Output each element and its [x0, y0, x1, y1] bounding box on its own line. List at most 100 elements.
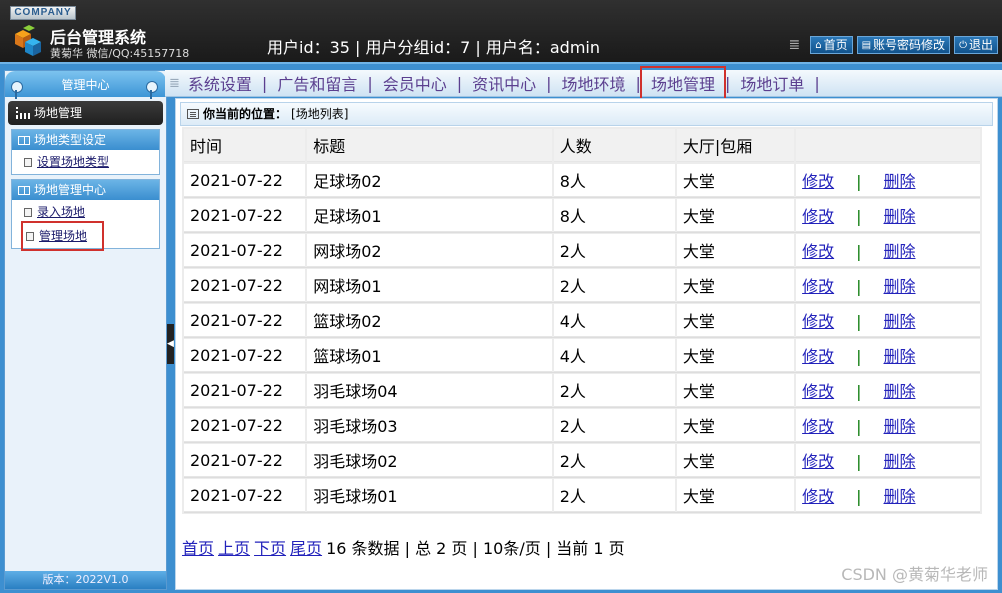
- pin-icon: [11, 81, 23, 99]
- cell-count: 2人: [553, 479, 675, 512]
- sidebar-group-header[interactable]: 场地管理中心: [12, 180, 159, 200]
- sidebar-link-manage-venue[interactable]: 管理场地: [39, 224, 87, 248]
- nav-separator: |: [635, 73, 641, 93]
- pager-summary: 16 条数据 | 总 2 页 | 10条/页 | 当前 1 页: [326, 539, 625, 558]
- nav-item-venue-orders[interactable]: 场地订单: [734, 71, 810, 95]
- table-row: 2021-07-22 羽毛球场04 2人 大堂 修改 | 删除: [184, 374, 980, 407]
- table-row: 2021-07-22 网球场02 2人 大堂 修改 | 删除: [184, 234, 980, 267]
- cell-actions: 修改 | 删除: [796, 304, 980, 337]
- cell-time: 2021-07-22: [184, 444, 306, 477]
- edit-link[interactable]: 修改: [802, 312, 834, 331]
- table-row: 2021-07-22 足球场02 8人 大堂 修改 | 删除: [184, 164, 980, 197]
- cell-actions: 修改 | 删除: [796, 269, 980, 302]
- cell-count: 2人: [553, 444, 675, 477]
- highlight-box: 管理场地: [20, 221, 105, 251]
- cell-count: 2人: [553, 374, 675, 407]
- cell-title: 网球场02: [307, 234, 552, 267]
- cell-title: 篮球场02: [307, 304, 552, 337]
- cell-time: 2021-07-22: [184, 479, 306, 512]
- sidebar-group-header[interactable]: 场地类型设定: [12, 130, 159, 150]
- cell-hall: 大堂: [676, 304, 795, 337]
- edit-link[interactable]: 修改: [802, 452, 834, 471]
- sidebar-heading-label: 管理中心: [61, 78, 110, 92]
- sidebar-item-add-venue[interactable]: 录入场地: [12, 200, 159, 224]
- pager-last-link[interactable]: 尾页: [290, 535, 322, 559]
- home-button[interactable]: ⌂ 首页: [810, 36, 853, 54]
- nav-item-members[interactable]: 会员中心: [377, 71, 453, 95]
- edit-link[interactable]: 修改: [802, 207, 834, 226]
- form-icon: ▤: [861, 39, 872, 51]
- delete-link[interactable]: 删除: [884, 417, 916, 436]
- cell-hall: 大堂: [676, 164, 795, 197]
- action-separator: |: [856, 277, 862, 296]
- table-row: 2021-07-22 足球场01 8人 大堂 修改 | 删除: [184, 199, 980, 232]
- version-label: 版本：2022V1.0: [5, 571, 166, 589]
- nav-item-venue-environment[interactable]: 场地环境: [556, 71, 632, 95]
- column-header-title: 标题: [307, 129, 552, 162]
- edit-link[interactable]: 修改: [802, 417, 834, 436]
- logout-button[interactable]: ⏻ 退出: [954, 36, 998, 54]
- column-header-count: 人数: [553, 129, 675, 162]
- cell-title: 羽毛球场03: [307, 409, 552, 442]
- action-separator: |: [856, 207, 862, 226]
- cell-time: 2021-07-22: [184, 164, 306, 197]
- cell-hall: 大堂: [676, 234, 795, 267]
- edit-link[interactable]: 修改: [802, 382, 834, 401]
- cell-hall: 大堂: [676, 339, 795, 372]
- nav-item-venue-management[interactable]: 场地管理: [639, 66, 726, 100]
- sidebar-collapse-handle[interactable]: ◀: [167, 324, 174, 364]
- sidebar-item-manage-venue[interactable]: 管理场地: [12, 221, 159, 251]
- grid-icon: [16, 107, 30, 119]
- nav-item-news[interactable]: 资讯中心: [466, 71, 542, 95]
- cell-actions: 修改 | 删除: [796, 234, 980, 267]
- pager-prev-link[interactable]: 上页: [218, 535, 250, 559]
- table-row: 2021-07-22 篮球场02 4人 大堂 修改 | 删除: [184, 304, 980, 337]
- pager-first-link[interactable]: 首页: [182, 535, 214, 559]
- column-header-hall: 大厅|包厢: [676, 129, 795, 162]
- pagination: 首页 上页 下页 尾页 16 条数据 | 总 2 页 | 10条/页 | 当前 …: [182, 535, 625, 559]
- edit-link[interactable]: 修改: [802, 487, 834, 506]
- edit-link[interactable]: 修改: [802, 347, 834, 366]
- cell-time: 2021-07-22: [184, 304, 306, 337]
- list-icon: [187, 109, 199, 119]
- home-button-label: 首页: [823, 37, 848, 52]
- delete-link[interactable]: 删除: [884, 242, 916, 261]
- action-separator: |: [856, 172, 862, 191]
- table-body: 2021-07-22 足球场02 8人 大堂 修改 | 删除 2021-07-22 足球场01 8…: [184, 164, 980, 512]
- cell-time: 2021-07-22: [184, 199, 306, 232]
- pager-next-link[interactable]: 下页: [254, 535, 286, 559]
- edit-link[interactable]: 修改: [802, 277, 834, 296]
- action-separator: |: [856, 417, 862, 436]
- cell-hall: 大堂: [676, 199, 795, 232]
- sidebar-group-venue-management: 场地管理中心 录入场地 管理场地: [11, 179, 160, 251]
- delete-link[interactable]: 删除: [884, 452, 916, 471]
- sidebar-link-set-venue-type[interactable]: 设置场地类型: [37, 150, 109, 174]
- column-header-time: 时间: [184, 129, 306, 162]
- table-row: 2021-07-22 羽毛球场01 2人 大堂 修改 | 删除: [184, 479, 980, 512]
- edit-link[interactable]: 修改: [802, 172, 834, 191]
- delete-link[interactable]: 删除: [884, 382, 916, 401]
- cell-count: 2人: [553, 409, 675, 442]
- cell-count: 4人: [553, 304, 675, 337]
- change-password-button[interactable]: ▤ 账号密码修改: [856, 36, 951, 54]
- delete-link[interactable]: 删除: [884, 172, 916, 191]
- sidebar-current-label: 场地管理: [34, 106, 83, 120]
- delete-link[interactable]: 删除: [884, 277, 916, 296]
- cell-title: 足球场02: [307, 164, 552, 197]
- delete-link[interactable]: 删除: [884, 207, 916, 226]
- nav-item-ads-messages[interactable]: 广告和留言: [271, 71, 363, 95]
- cell-count: 2人: [553, 234, 675, 267]
- nav-separator: |: [261, 73, 268, 93]
- table-row: 2021-07-22 篮球场01 4人 大堂 修改 | 删除: [184, 339, 980, 372]
- system-subtitle: 黄菊华 微信/QQ:45157718: [50, 47, 190, 60]
- nav-item-system-settings[interactable]: 系统设置: [182, 71, 258, 95]
- cell-title: 足球场01: [307, 199, 552, 232]
- delete-link[interactable]: 删除: [884, 312, 916, 331]
- sidebar-current-section: 场地管理: [8, 101, 163, 125]
- delete-link[interactable]: 删除: [884, 487, 916, 506]
- delete-link[interactable]: 删除: [884, 347, 916, 366]
- sidebar-item-set-venue-type[interactable]: 设置场地类型: [12, 150, 159, 174]
- sidebar-link-add-venue[interactable]: 录入场地: [37, 200, 85, 224]
- edit-link[interactable]: 修改: [802, 242, 834, 261]
- cell-title: 网球场01: [307, 269, 552, 302]
